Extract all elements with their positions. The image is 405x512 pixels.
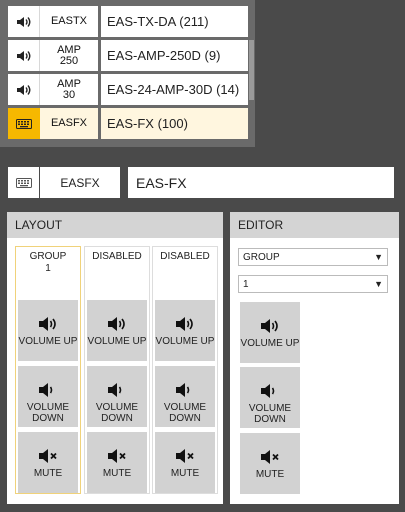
number-select-value: 1 — [243, 278, 249, 290]
button-label: VOLUME DOWN — [95, 402, 139, 424]
volume-down-button[interactable]: VOLUME DOWN — [240, 367, 300, 428]
mute-icon — [261, 450, 279, 464]
scrollbar-thumb[interactable] — [249, 40, 254, 100]
mute-icon — [176, 449, 194, 463]
volume-up-button[interactable]: VOLUME UP — [87, 300, 147, 361]
mute-icon — [39, 449, 57, 463]
volume-down-icon — [39, 383, 53, 397]
button-label: VOLUME DOWN — [248, 403, 292, 425]
zone-code: EASFX — [40, 108, 98, 139]
selected-zone-bar: EASFX EAS-FX — [0, 160, 405, 205]
keyboard-icon — [8, 167, 39, 198]
volume-up-button[interactable]: VOLUME UP — [18, 300, 78, 361]
speaker-icon — [8, 74, 40, 105]
zone-code: EASTX — [40, 6, 98, 37]
button-label: MUTE — [33, 468, 63, 479]
layout-column-disabled-1[interactable]: DISABLED VOLUME UP VOLUME DOWN MUTE — [84, 246, 150, 494]
volume-up-button[interactable]: VOLUME UP — [240, 302, 300, 363]
layout-column-group[interactable]: GROUP 1 VOLUME UP VOLUME DOWN MUTE — [15, 246, 81, 494]
zone-name: EAS-24-AMP-30D (14) — [101, 74, 254, 105]
list-scrollbar[interactable] — [248, 0, 255, 147]
mute-button[interactable]: MUTE — [155, 432, 215, 493]
mute-button[interactable]: MUTE — [240, 433, 300, 494]
volume-up-icon — [176, 317, 193, 331]
volume-down-icon — [108, 383, 122, 397]
volume-down-icon — [261, 384, 275, 398]
volume-up-icon — [39, 317, 56, 331]
layout-column-disabled-2[interactable]: DISABLED VOLUME UP VOLUME DOWN MUTE — [152, 246, 218, 494]
zone-name: EAS-AMP-250D (9) — [101, 40, 254, 71]
button-label: MUTE — [170, 468, 200, 479]
editor-panel: EDITOR GROUP ▼ 1 ▼ VOLUME UP VOLUME DOWN… — [230, 212, 399, 504]
button-label: MUTE — [255, 469, 285, 480]
volume-down-button[interactable]: VOLUME DOWN — [87, 366, 147, 427]
button-label: VOLUME UP — [155, 336, 215, 347]
zone-code: AMP 30 — [40, 74, 98, 105]
mute-icon — [108, 449, 126, 463]
type-select-value: GROUP — [243, 251, 280, 263]
volume-up-icon — [261, 319, 278, 333]
layout-panel: LAYOUT GROUP 1 VOLUME UP VOLUME DOWN MUT… — [7, 212, 223, 504]
column-title: DISABLED — [160, 251, 210, 262]
button-label: VOLUME DOWN — [163, 402, 207, 424]
mute-button[interactable]: MUTE — [18, 432, 78, 493]
selected-zone-code: EASFX — [40, 167, 120, 198]
editor-title: EDITOR — [230, 212, 399, 238]
speaker-icon — [8, 40, 40, 71]
button-label: VOLUME UP — [18, 336, 78, 347]
number-select[interactable]: 1 ▼ — [238, 275, 388, 293]
zone-name: EAS-FX (100) — [101, 108, 254, 139]
zone-name: EAS-TX-DA (211) — [101, 6, 254, 37]
volume-down-button[interactable]: VOLUME DOWN — [155, 366, 215, 427]
chevron-down-icon: ▼ — [374, 252, 383, 262]
volume-down-icon — [176, 383, 190, 397]
volume-up-button[interactable]: VOLUME UP — [155, 300, 215, 361]
zone-list: EASTX EAS-TX-DA (211) AMP 250 EAS-AMP-25… — [0, 0, 255, 147]
column-title: DISABLED — [92, 251, 142, 262]
mute-button[interactable]: MUTE — [87, 432, 147, 493]
layout-title: LAYOUT — [7, 212, 223, 238]
type-select[interactable]: GROUP ▼ — [238, 248, 388, 266]
volume-down-button[interactable]: VOLUME DOWN — [18, 366, 78, 427]
keyboard-icon — [8, 108, 40, 139]
speaker-icon — [8, 6, 40, 37]
button-label: VOLUME UP — [87, 336, 147, 347]
volume-up-icon — [108, 317, 125, 331]
column-title: GROUP 1 — [29, 251, 67, 274]
chevron-down-icon: ▼ — [374, 279, 383, 289]
button-label: VOLUME UP — [240, 338, 300, 349]
button-label: VOLUME DOWN — [26, 402, 70, 424]
selected-zone-name[interactable]: EAS-FX — [128, 167, 394, 198]
zone-code: AMP 250 — [40, 40, 98, 71]
button-label: MUTE — [102, 468, 132, 479]
